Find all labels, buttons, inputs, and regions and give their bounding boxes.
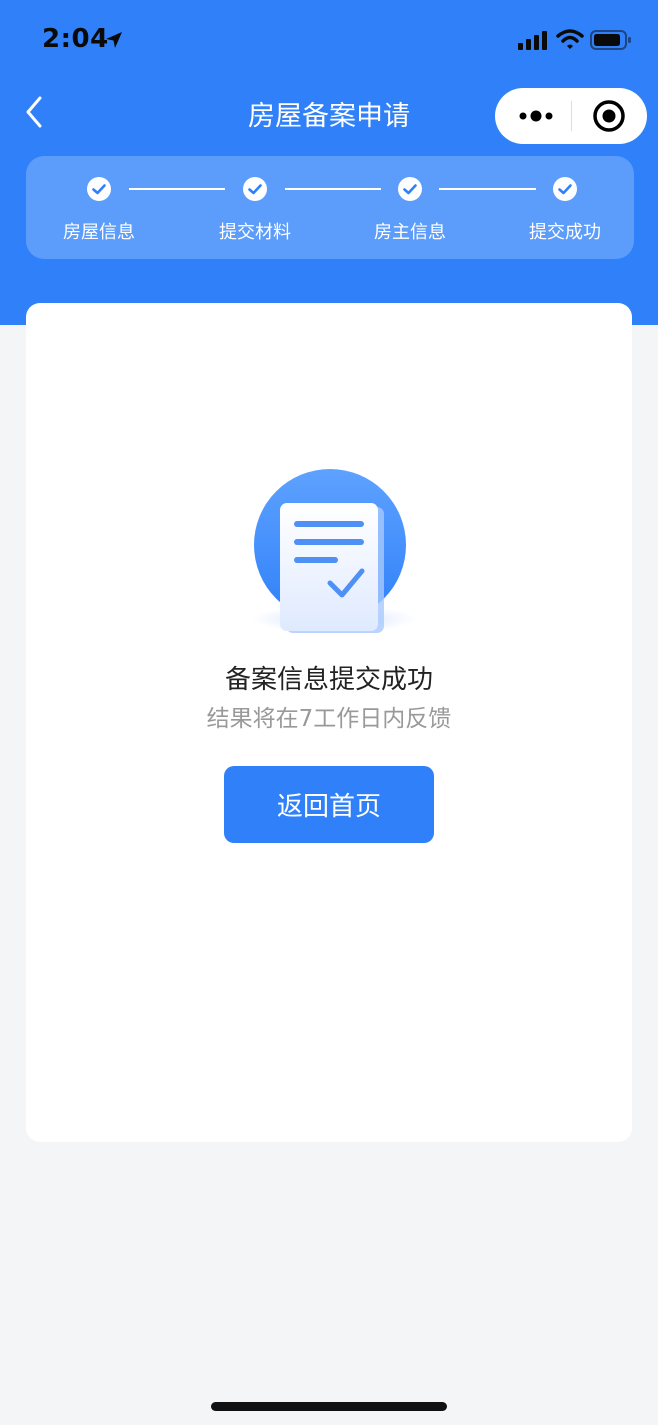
capsule-divider [571,101,572,131]
check-circle-icon [398,177,422,201]
home-indicator [211,1402,447,1411]
check-circle-icon [553,177,577,201]
step-label: 房主信息 [374,222,446,243]
step-label: 提交材料 [219,222,291,243]
progress-steps: 房屋信息 提交材料 房主信息 提交成功 [26,156,634,259]
battery-icon [590,30,631,50]
step-owner-info: 房主信息 [350,156,470,259]
step-submit-materials: 提交材料 [195,156,315,259]
wifi-icon [556,29,584,49]
result-card: 备案信息提交成功 结果将在7工作日内反馈 返回首页 [26,303,632,1142]
step-house-info: 房屋信息 [39,156,159,259]
more-dots-icon[interactable] [509,88,571,144]
return-home-button[interactable]: 返回首页 [224,766,434,843]
step-label: 房屋信息 [63,222,135,243]
step-label: 提交成功 [529,222,601,243]
check-circle-icon [87,177,111,201]
mini-program-capsule [495,88,647,144]
cellular-signal-icon [518,31,547,50]
location-arrow-icon [106,32,122,48]
target-icon[interactable] [581,88,637,144]
step-submit-success: 提交成功 [505,156,625,259]
document-check-icon [252,469,416,633]
success-subtitle: 结果将在7工作日内反馈 [206,706,452,732]
check-circle-icon [243,177,267,201]
success-title: 备案信息提交成功 [224,665,433,695]
status-time: 2:04 [42,24,109,54]
back-chevron-icon[interactable] [20,92,50,132]
